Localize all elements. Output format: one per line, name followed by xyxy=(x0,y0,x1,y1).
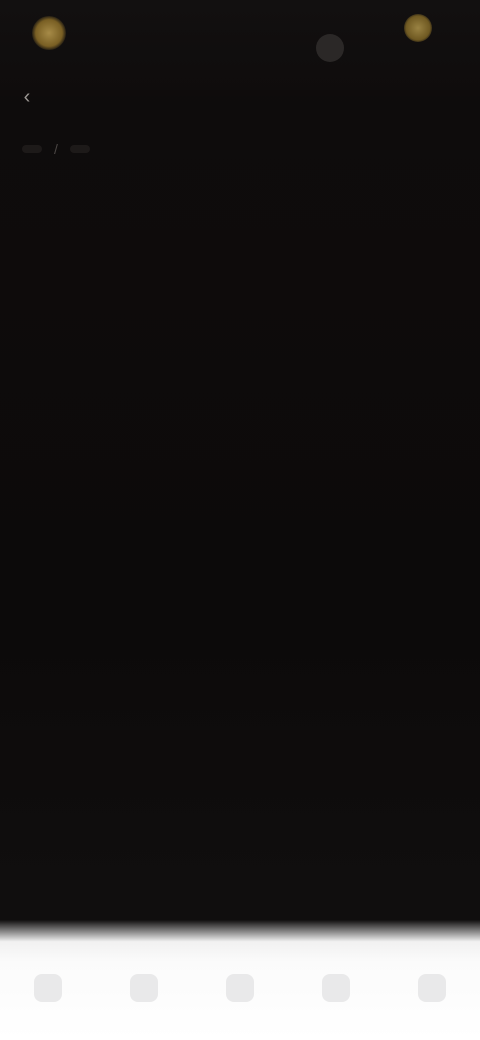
nav-icon-3 xyxy=(226,974,254,1002)
breadcrumb: / xyxy=(22,136,322,162)
nav-icon-1 xyxy=(34,974,62,1002)
nav-icon-4 xyxy=(322,974,350,1002)
article-content xyxy=(22,210,452,242)
breadcrumb-item-1[interactable] xyxy=(22,145,42,153)
breadcrumb-separator: / xyxy=(54,141,58,157)
page: ‹ / xyxy=(0,0,480,1040)
nav-icon-5 xyxy=(418,974,446,1002)
bottom-navigation xyxy=(0,920,480,1040)
bottom-nav-item-2[interactable] xyxy=(108,955,180,1027)
brand-name xyxy=(74,30,158,48)
bottom-nav-item-4[interactable] xyxy=(300,955,372,1027)
breadcrumb-item-2[interactable] xyxy=(69,145,90,153)
ticker-text xyxy=(240,68,480,84)
bottom-nav-item-5[interactable] xyxy=(396,955,468,1027)
coin-icon xyxy=(404,14,432,42)
bottom-nav-item-1[interactable] xyxy=(12,955,84,1027)
bottom-nav-item-3[interactable] xyxy=(204,955,276,1027)
account-button[interactable] xyxy=(316,34,344,62)
top-bar xyxy=(0,0,480,96)
back-icon[interactable]: ‹ xyxy=(16,86,38,108)
logo-icon[interactable] xyxy=(32,16,66,50)
nav-icon-2 xyxy=(130,974,158,1002)
